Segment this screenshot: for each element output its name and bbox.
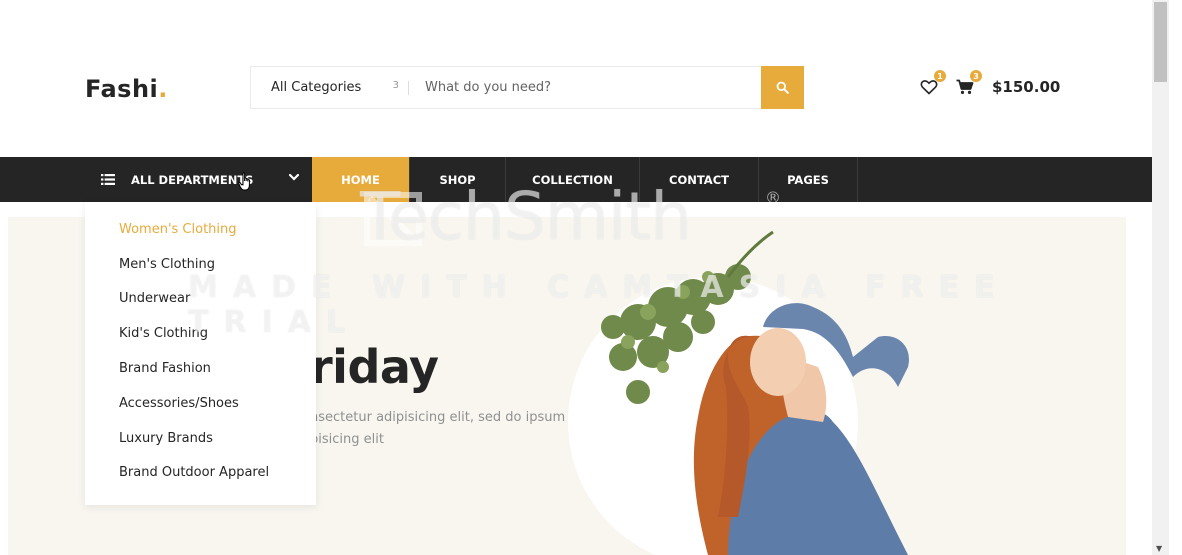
hero-model-image — [601, 230, 909, 555]
dept-item-kids-clothing[interactable]: Kid's Clothing — [85, 316, 316, 351]
scroll-down-arrow-icon[interactable]: ▼ — [1156, 544, 1162, 553]
vertical-scrollbar[interactable]: ▼ — [1152, 0, 1169, 555]
header-icons: 1 3 $150.00 — [918, 70, 1060, 98]
dept-item-accessories-shoes[interactable]: Accessories/Shoes — [85, 386, 316, 421]
hero-text: nsectetur adipisicing elit, sed do ipsum… — [310, 407, 580, 451]
search-bar: All Categories 3 — [250, 65, 804, 109]
page: Fashi. All Categories 3 1 3 $150.00 rida… — [0, 0, 1152, 555]
nav-item-shop[interactable]: SHOP — [410, 157, 506, 202]
dept-item-underwear[interactable]: Underwear — [85, 282, 316, 317]
wishlist-count-badge: 1 — [934, 70, 946, 82]
cart-icon — [956, 79, 974, 94]
category-select-label: All Categories — [271, 80, 362, 95]
wishlist-button[interactable]: 1 — [918, 70, 946, 98]
search-button[interactable] — [761, 65, 804, 109]
hero-text-line-1: nsectetur adipisicing elit, sed do ipsum — [310, 410, 566, 425]
scrollbar-thumb[interactable] — [1154, 2, 1167, 82]
hero-title: riday — [310, 340, 439, 394]
search-icon — [776, 81, 789, 94]
dept-item-womens-clothing[interactable]: Women's Clothing — [85, 212, 316, 247]
nav-menu: HOME SHOP COLLECTION CONTACT PAGES — [312, 157, 858, 202]
search-input[interactable] — [409, 66, 761, 109]
category-divider — [408, 81, 409, 95]
hand-cursor-icon — [238, 172, 250, 191]
cart-button[interactable]: 3 — [954, 70, 982, 98]
all-departments-label: ALL DEPARTMENTS — [131, 172, 254, 187]
dept-item-brand-outdoor-apparel[interactable]: Brand Outdoor Apparel — [85, 456, 316, 491]
nav-item-contact[interactable]: CONTACT — [640, 157, 759, 202]
dept-item-luxury-brands[interactable]: Luxury Brands — [85, 421, 316, 456]
category-select-arrow: 3 — [392, 80, 399, 91]
dept-item-brand-fashion[interactable]: Brand Fashion — [85, 351, 316, 386]
cart-total[interactable]: $150.00 — [992, 78, 1060, 96]
departments-dropdown: Women's Clothing Men's Clothing Underwea… — [85, 202, 316, 505]
all-departments-button[interactable]: ALL DEPARTMENTS — [85, 157, 312, 202]
hero-text-line-2: pisicing elit — [310, 432, 384, 447]
main-nav: ALL DEPARTMENTS HOME SHOP COLLECTION CON… — [0, 157, 1152, 202]
cart-count-badge: 3 — [970, 70, 982, 82]
nav-item-home[interactable]: HOME — [312, 157, 410, 202]
nav-item-collection[interactable]: COLLECTION — [506, 157, 640, 202]
heart-icon — [920, 80, 938, 95]
site-logo[interactable]: Fashi. — [85, 75, 168, 103]
category-select[interactable]: All Categories 3 — [251, 67, 409, 108]
menu-icon — [101, 174, 115, 185]
nav-item-pages[interactable]: PAGES — [759, 157, 858, 202]
dept-item-mens-clothing[interactable]: Men's Clothing — [85, 247, 316, 282]
chevron-down-icon — [288, 171, 300, 186]
